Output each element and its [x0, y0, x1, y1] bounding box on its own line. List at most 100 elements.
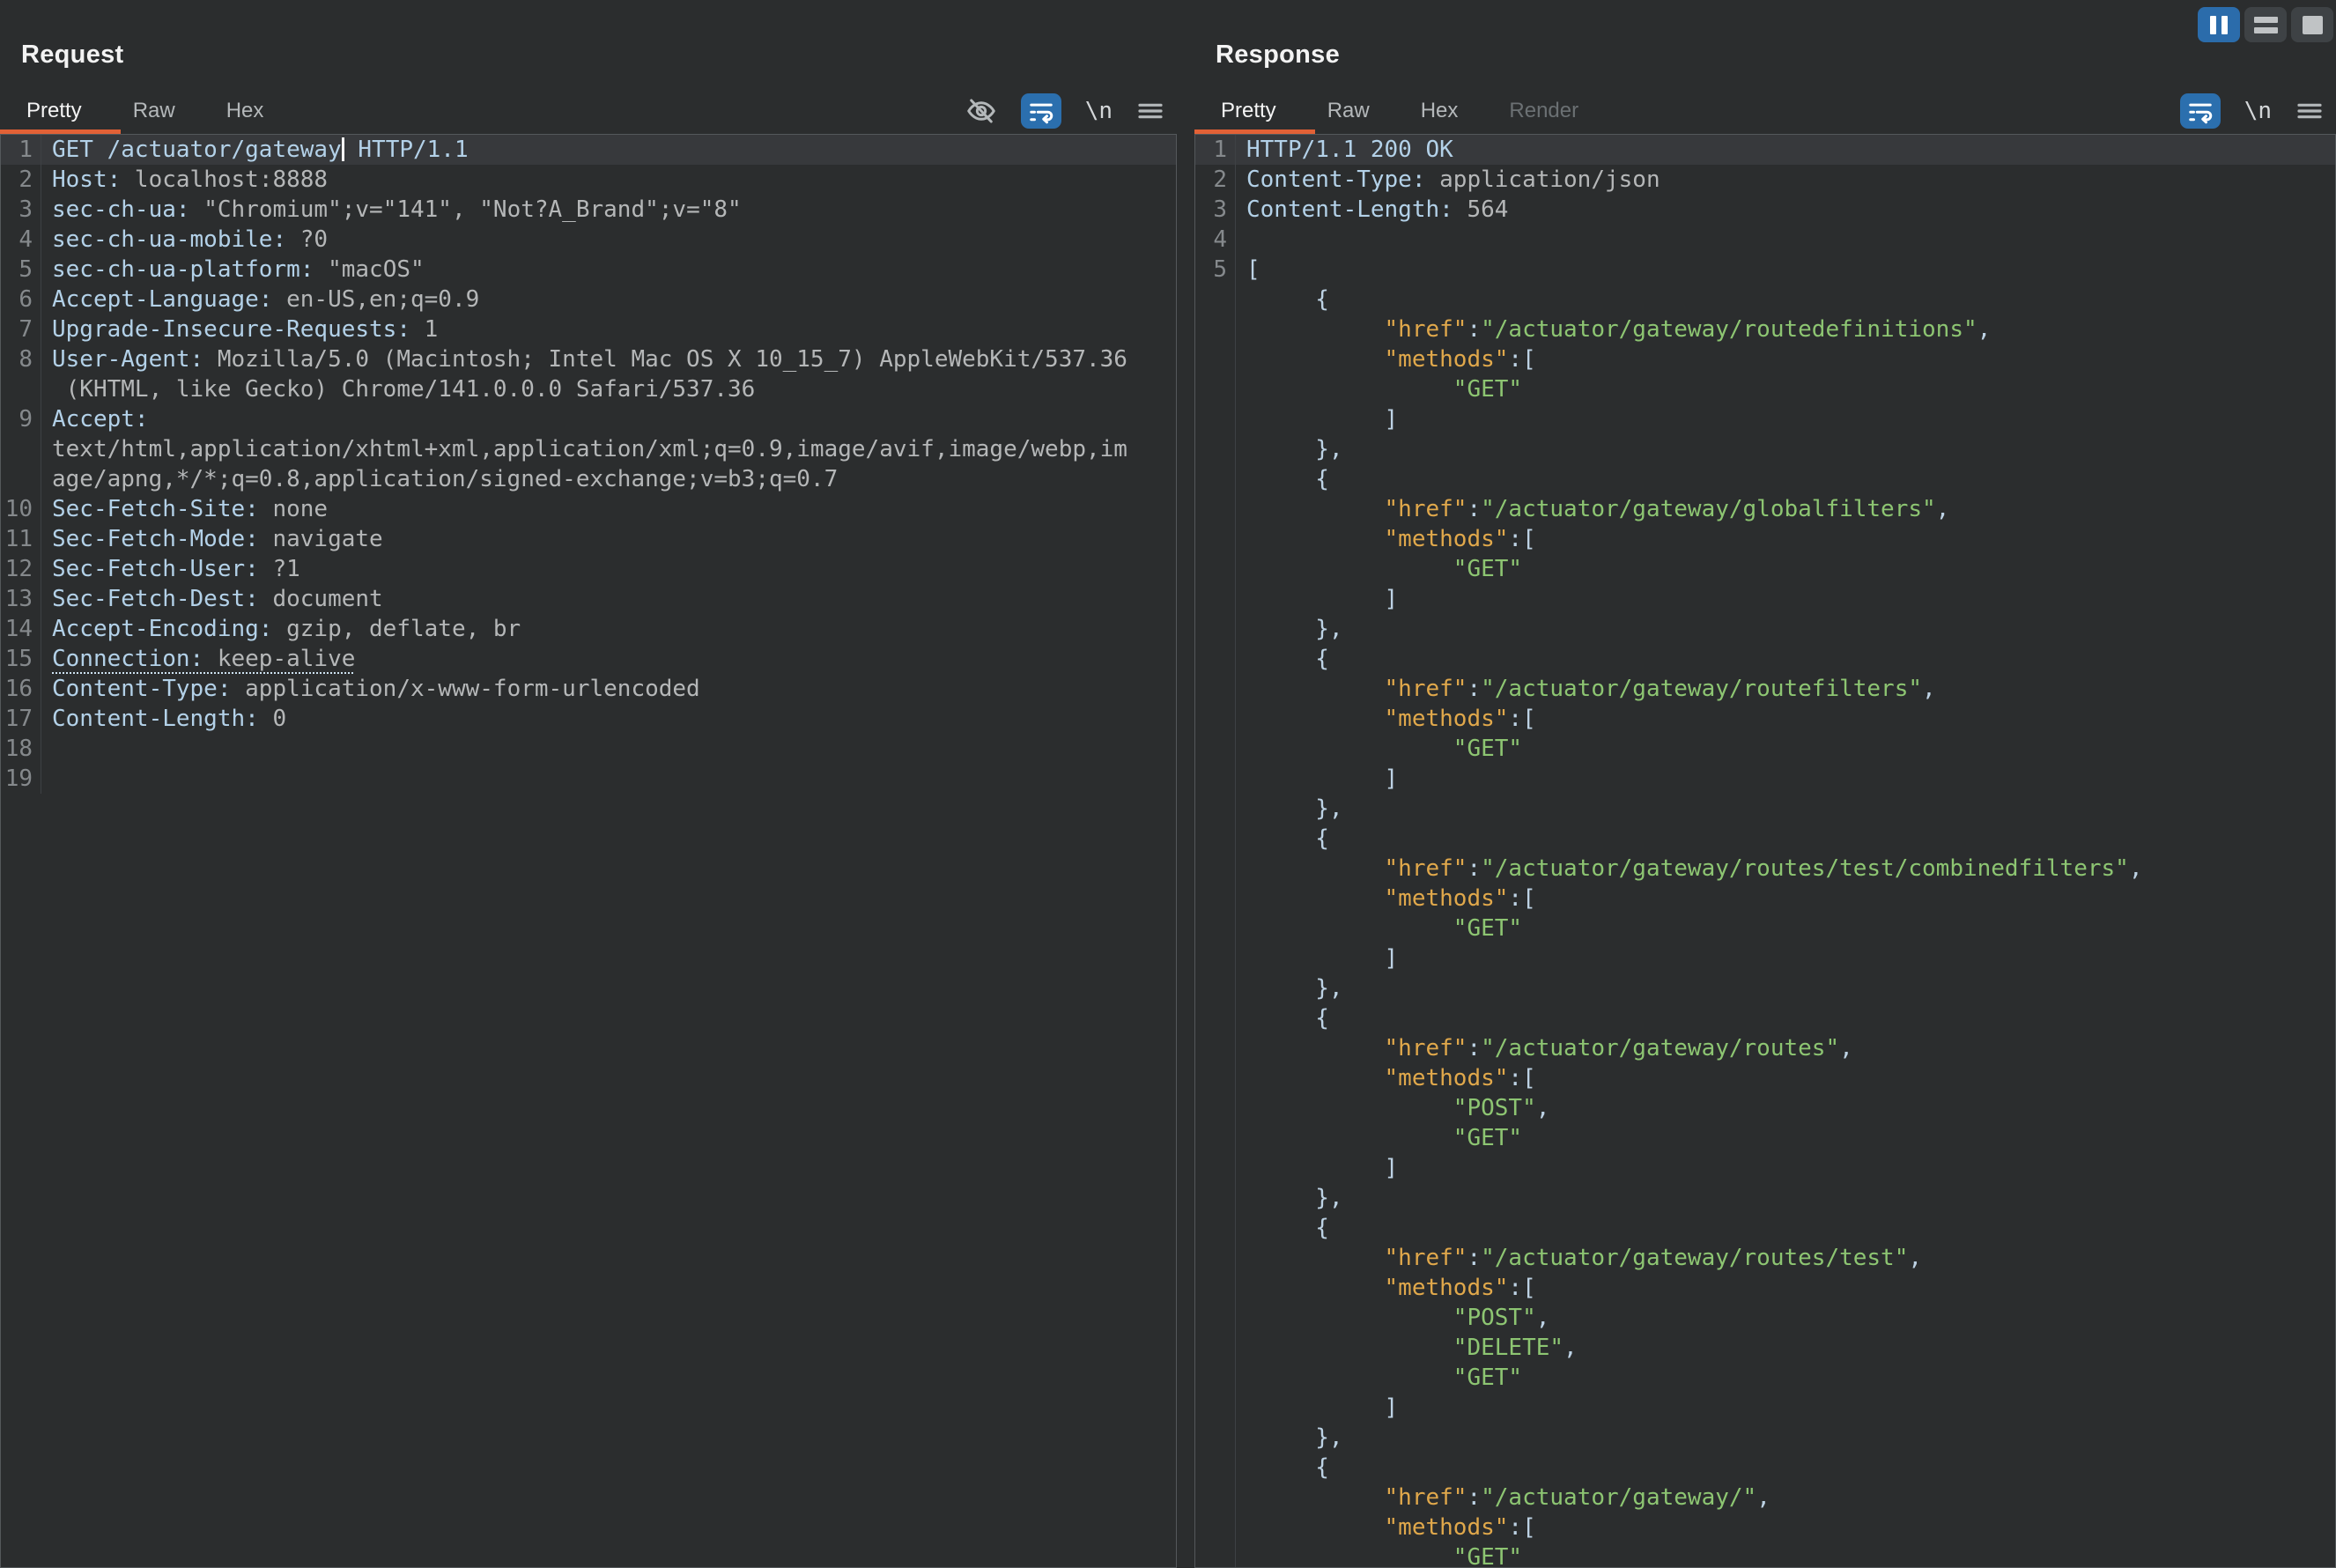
tab-hex[interactable]: Hex — [226, 99, 264, 123]
line-number — [1, 464, 41, 494]
tab-render: Render — [1509, 99, 1578, 123]
square-icon — [2303, 16, 2323, 34]
line-number: 17 — [1, 704, 41, 734]
line-number — [1195, 1033, 1236, 1063]
code-line: 15Connection: keep-alive — [1, 644, 1176, 674]
line-number — [1195, 614, 1236, 644]
code-line: "href":"/actuator/gateway/routes", — [1195, 1033, 2335, 1063]
line-number — [1195, 1542, 1236, 1568]
code-line: }, — [1195, 794, 2335, 824]
tab-raw[interactable]: Raw — [133, 99, 175, 123]
message-editor-split: Request PrettyRawHex — [0, 0, 2336, 1568]
line-number — [1195, 285, 1236, 314]
line-number: 15 — [1, 644, 41, 674]
code-line: 17Content-Length: 0 — [1, 704, 1176, 734]
code-line: ] — [1195, 1153, 2335, 1183]
response-title: Response — [1194, 0, 2336, 70]
line-number — [1195, 1243, 1236, 1273]
line-number: 11 — [1, 524, 41, 554]
code-line: }, — [1195, 614, 2335, 644]
line-number — [1195, 464, 1236, 494]
code-line: { — [1195, 824, 2335, 854]
code-line: "methods":[ — [1195, 704, 2335, 734]
line-number: 16 — [1, 674, 41, 704]
code-line: "methods":[ — [1195, 1063, 2335, 1093]
code-line: ] — [1195, 404, 2335, 434]
line-number — [1195, 344, 1236, 374]
line-number: 3 — [1, 195, 41, 225]
line-number — [1195, 1093, 1236, 1123]
line-number — [1195, 374, 1236, 404]
code-line: }, — [1195, 973, 2335, 1003]
code-line: "href":"/actuator/gateway/", — [1195, 1483, 2335, 1513]
layout-rows-button[interactable] — [2244, 7, 2287, 42]
line-number: 7 — [1, 314, 41, 344]
menu-icon[interactable] — [1136, 97, 1164, 125]
tab-hex[interactable]: Hex — [1421, 99, 1459, 123]
code-line: 16Content-Type: application/x-www-form-u… — [1, 674, 1176, 704]
code-line: 19 — [1, 764, 1176, 794]
pause-button[interactable] — [2198, 7, 2240, 42]
line-number: 12 — [1, 554, 41, 584]
code-line: 1GET /actuator/gateway HTTP/1.1 — [1, 135, 1176, 165]
line-number: 1 — [1, 135, 41, 165]
line-number — [1195, 973, 1236, 1003]
line-number — [1195, 644, 1236, 674]
newline-icon[interactable]: \n — [2244, 98, 2272, 124]
code-line: 12Sec-Fetch-User: ?1 — [1, 554, 1176, 584]
code-line: }, — [1195, 1183, 2335, 1213]
code-line: ] — [1195, 1393, 2335, 1423]
line-number — [1195, 734, 1236, 764]
hide-content-icon[interactable] — [965, 95, 997, 127]
code-line: { — [1195, 464, 2335, 494]
line-number — [1195, 943, 1236, 973]
code-line: 5[ — [1195, 255, 2335, 285]
layout-single-button[interactable] — [2291, 7, 2333, 42]
word-wrap-icon[interactable] — [2180, 93, 2221, 129]
code-line: "methods":[ — [1195, 884, 2335, 913]
newline-icon[interactable]: \n — [1085, 98, 1113, 124]
line-number — [1195, 674, 1236, 704]
line-number — [1195, 584, 1236, 614]
word-wrap-icon[interactable] — [1021, 93, 1061, 129]
response-panel: Response Pretty Raw Hex Render \n — [1194, 0, 2336, 1568]
response-toolbar: \n — [2180, 93, 2336, 129]
request-editor[interactable]: 1GET /actuator/gateway HTTP/1.12Host: lo… — [0, 134, 1177, 1568]
tab-pretty[interactable]: Pretty — [1221, 99, 1276, 123]
line-number: 18 — [1, 734, 41, 764]
code-line: 2Host: localhost:8888 — [1, 165, 1176, 195]
line-number — [1195, 1123, 1236, 1153]
code-line: text/html,application/xhtml+xml,applicat… — [1, 434, 1176, 464]
response-editor[interactable]: 1HTTP/1.1 200 OK2Content-Type: applicati… — [1194, 134, 2336, 1568]
line-number — [1195, 1513, 1236, 1542]
code-line: 4sec-ch-ua-mobile: ?0 — [1, 225, 1176, 255]
line-number — [1195, 434, 1236, 464]
request-panel: Request PrettyRawHex — [0, 0, 1177, 1568]
line-number: 9 — [1, 404, 41, 434]
line-number — [1, 374, 41, 404]
code-line: 14Accept-Encoding: gzip, deflate, br — [1, 614, 1176, 644]
code-line: 3sec-ch-ua: "Chromium";v="141", "Not?A_B… — [1, 195, 1176, 225]
code-line: "methods":[ — [1195, 1273, 2335, 1303]
code-line: ] — [1195, 764, 2335, 794]
code-line: 8User-Agent: Mozilla/5.0 (Macintosh; Int… — [1, 344, 1176, 374]
tab-raw[interactable]: Raw — [1327, 99, 1370, 123]
code-line: { — [1195, 1213, 2335, 1243]
line-number — [1195, 1213, 1236, 1243]
line-number — [1195, 1453, 1236, 1483]
code-line: 1HTTP/1.1 200 OK — [1195, 135, 2335, 165]
line-number: 4 — [1195, 225, 1236, 255]
code-line: { — [1195, 1453, 2335, 1483]
line-number — [1195, 524, 1236, 554]
line-number — [1195, 1333, 1236, 1363]
active-tab-underline — [0, 129, 121, 134]
code-line: 10Sec-Fetch-Site: none — [1, 494, 1176, 524]
code-line: "href":"/actuator/gateway/routedefinitio… — [1195, 314, 2335, 344]
code-line: { — [1195, 644, 2335, 674]
line-number — [1195, 1393, 1236, 1423]
tab-pretty[interactable]: Pretty — [26, 99, 82, 123]
code-line: 18 — [1, 734, 1176, 764]
line-number — [1, 434, 41, 464]
menu-icon[interactable] — [2295, 97, 2324, 125]
code-line: 4 — [1195, 225, 2335, 255]
